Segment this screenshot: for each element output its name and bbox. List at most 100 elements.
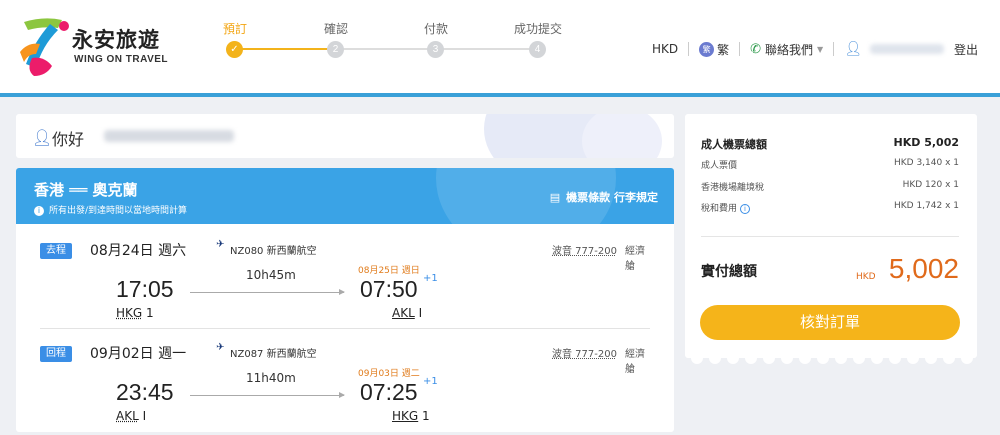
cabin-class: 經濟艙 [625,246,645,272]
brand-logo[interactable]: 永安旅遊 WING ON TRAVEL [14,14,174,80]
info-icon: i [34,206,44,216]
header: 永安旅遊 WING ON TRAVEL 預訂 ✓ 確認 2 付款 3 成功提交 … [0,0,1000,93]
leg-tag: 回程 [40,346,72,362]
arrival-airport-code[interactable]: AKL [392,306,415,320]
user-icon: 👤︎ [844,41,862,57]
arrival-time: 07:25 [360,379,418,405]
divider [40,328,650,329]
greeting-text: 你好 [52,130,85,149]
user-icon: 👤︎ [32,128,53,147]
wing-on-logo-icon [20,18,69,76]
arrival-time: 07:50 [360,276,418,302]
ticket-edge-decoration [685,352,977,364]
airline-logo-icon: ✈ [216,342,225,353]
logout-link[interactable]: 登出 [954,41,978,58]
leg-tag: 去程 [40,243,72,259]
language-icon[interactable]: 繁 [699,41,715,57]
decoration [582,114,662,158]
airport-tax-row: 香港機場離境稅 HKD 120 x 1 [701,180,959,193]
step-label: 確認 [323,22,348,36]
divider [688,42,690,56]
aircraft-type[interactable]: 波音 777-200 [552,242,617,257]
greeting-card: 👤︎ 你好 [16,114,674,158]
flight-number: NZ080 新西蘭航空 [230,246,317,257]
contact-us-link[interactable]: 聯絡我們 [765,41,813,58]
step-book: 預訂 ✓ [205,20,265,58]
decoration [961,352,973,364]
info-icon[interactable]: i [740,204,751,214]
arrival-date: 08月25日 週日 [358,266,420,276]
step-label: 預訂 [222,22,247,36]
booking-progress: 預訂 ✓ 確認 2 付款 3 成功提交 4 [222,20,562,70]
leg-date: 09月02日 週一 [90,346,187,362]
brand-name-cn: 永安旅遊 [72,28,160,52]
fare-rules-link[interactable]: ▤ 機票條款 行李規定 [550,189,658,205]
total-currency: HKD [856,272,876,282]
divider [701,236,959,237]
outbound-leg: 去程 08月24日 週六 ✈ NZ080 新西蘭航空 波音 777-200 經濟… [40,232,650,328]
divider [833,42,835,56]
price-summary-card: 成人機票總額 HKD 5,002 成人票價 HKD 3,140 x 1 香港機場… [685,114,977,358]
decoration [871,352,883,364]
total-label: 實付總額 [701,264,757,280]
airline-logo-icon: ✈ [216,239,225,250]
decoration [781,352,793,364]
route-header: 香港 ══ 奧克蘭 i 所有出發/到達時間以當地時間計算 ▤ 機票條款 行李規定 [16,168,674,224]
departure-time: 23:45 [116,379,174,405]
arrival-terminal: I [418,306,423,320]
decoration [691,352,703,364]
phone-icon: ✆ [750,41,762,57]
departure-airport-code[interactable]: AKL [116,409,139,423]
arrival-airport: AKL I [392,306,422,320]
route-title: 香港 ══ 奧克蘭 [34,181,138,199]
step-label: 付款 [423,22,448,36]
adult-total-row: 成人機票總額 HKD 5,002 [701,136,959,152]
timezone-note-text: 所有出發/到達時間以當地時間計算 [49,206,188,216]
cabin-class: 經濟艙 [625,349,645,375]
chevron-down-icon[interactable]: ▼ [817,45,823,54]
airport-tax-value: HKD 120 x 1 [902,180,959,190]
arrival-terminal: 1 [422,409,430,423]
decoration [925,352,937,364]
aircraft-type[interactable]: 波音 777-200 [552,345,617,360]
decoration [745,352,757,364]
step-number: 3 [427,41,444,58]
arrival-date: 09月03日 週二 [358,369,420,379]
decoration [709,352,721,364]
departure-time: 17:05 [116,276,174,302]
decoration [763,352,775,364]
decoration [799,352,811,364]
timezone-note: i 所有出發/到達時間以當地時間計算 [34,203,187,216]
progress-track-active [235,48,335,50]
language-selector[interactable]: 繁 [717,41,729,58]
adult-total-label: 成人機票總額 [701,138,767,151]
departure-airport: HKG 1 [116,306,154,320]
next-day-badge: +1 [423,273,438,284]
next-day-badge: +1 [423,376,438,387]
user-name-redacted [104,130,234,142]
decoration [727,352,739,364]
arrival-airport-code[interactable]: HKG [392,409,418,423]
review-order-button[interactable]: 核對訂單 [700,305,960,340]
departure-airport-code[interactable]: HKG [116,306,142,320]
flight-duration: 11h40m [246,371,296,385]
flight-number: NZ087 新西蘭航空 [230,349,317,360]
decoration [943,352,955,364]
document-icon: ▤ [549,191,561,204]
decoration [889,352,901,364]
fare-value: HKD 3,140 x 1 [894,158,959,168]
top-nav: HKD 繁 繁 ✆ 聯絡我們 ▼ 👤︎ 登出 [652,40,978,58]
total-value: 5,002 [888,253,959,284]
currency-selector[interactable]: HKD [652,42,678,56]
taxes-fees-value: HKD 1,742 x 1 [894,201,959,211]
taxes-fees-label: 稅和費用 [701,204,738,214]
step-confirm: 確認 2 [306,20,366,58]
step-pay: 付款 3 [406,20,466,58]
departure-terminal: 1 [146,306,154,320]
step-number: 2 [327,41,344,58]
decoration [835,352,847,364]
departure-terminal: I [142,409,147,423]
arrow-right-icon [190,392,345,398]
user-name-redacted[interactable] [869,44,944,54]
taxes-fees-row: 稅和費用 i HKD 1,742 x 1 [701,201,959,214]
